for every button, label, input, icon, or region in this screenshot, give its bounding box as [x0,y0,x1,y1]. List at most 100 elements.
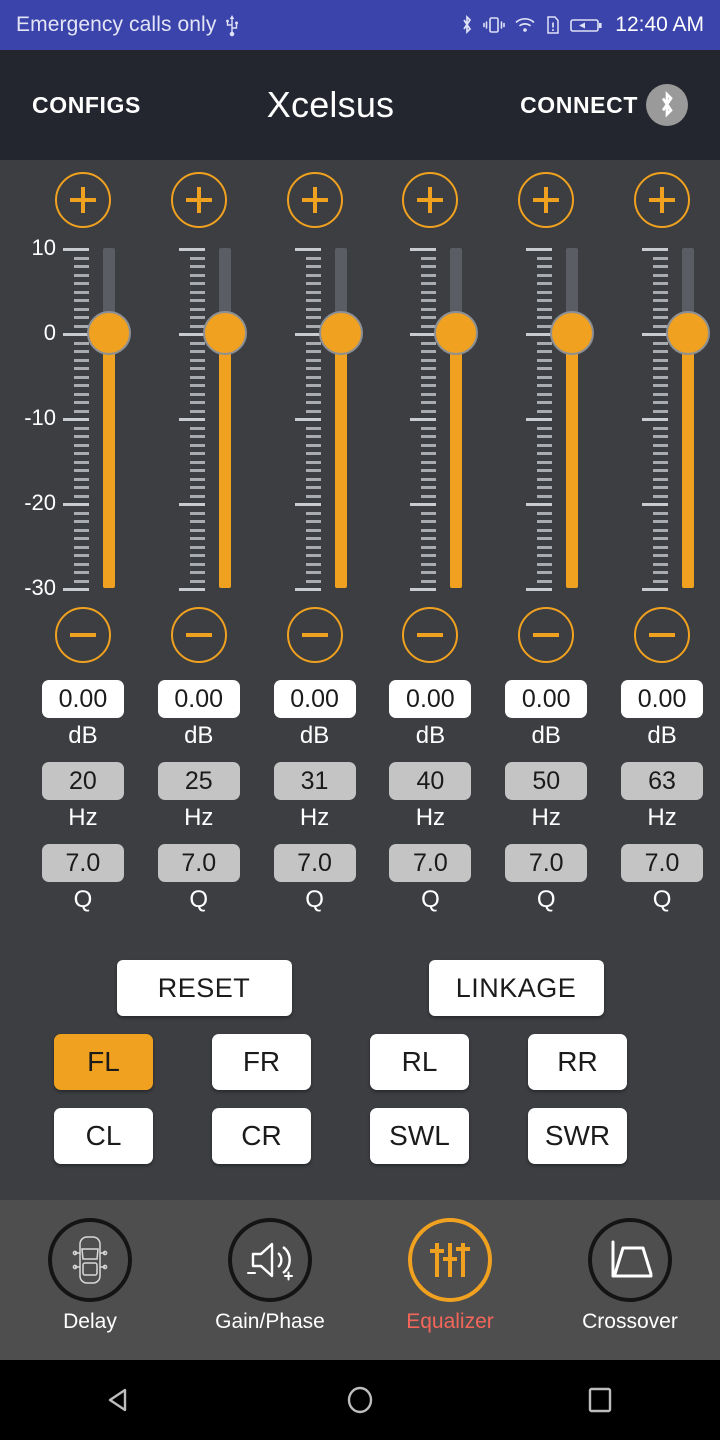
tick-mark [642,248,669,251]
band-1-q-field[interactable]: 7.0 [41,844,124,882]
battery-charging-icon [569,13,603,37]
gain-unit-label: dB [184,722,214,749]
band-6-slider[interactable] [604,248,720,591]
minus-icon [185,622,212,648]
band-1-increase-button[interactable] [54,172,111,228]
nav-item-crossover[interactable]: Crossover [550,1218,710,1334]
band-6-frequency-field[interactable]: 63 [621,762,704,800]
frequency-unit-label: Hz [184,804,214,831]
band-5-frequency-field[interactable]: 50 [505,762,588,800]
band-2-scale-ruler [178,248,205,591]
gain-row: 0.00 dB 0.00 dB 0.00 dB 0.00 dB 0.00 dB 0.00 dB [0,680,720,762]
tick-mark [526,418,553,421]
tick-mark [63,333,89,336]
band-5-increase-button[interactable] [518,172,575,228]
channel-button-cl[interactable]: CL [54,1108,153,1164]
carrier-label: Emergency calls only [16,13,217,36]
channel-button-swr[interactable]: SWR [528,1108,627,1164]
channel-button-swl[interactable]: SWL [370,1108,469,1164]
channel-selector-grid: FL FR RL RR CL CR SWL SWR [54,1034,666,1164]
minus-icon [417,622,444,648]
band-4-gain-field[interactable]: 0.00 [389,680,472,718]
band-1-frequency-field[interactable]: 20 [41,762,124,800]
channel-button-fl[interactable]: FL [54,1034,153,1090]
back-icon[interactable] [70,1360,170,1440]
band-5-slider[interactable] [488,248,604,591]
channel-button-rr[interactable]: RR [528,1034,627,1090]
band-6-decrease-button[interactable] [634,607,691,663]
bluetooth-icon [645,84,688,126]
band-4-decrease-button[interactable] [402,607,459,663]
home-icon[interactable] [310,1360,410,1440]
tick-mark [410,333,437,336]
recents-icon[interactable] [550,1360,650,1440]
band-6-slider-thumb[interactable] [666,311,711,355]
minus-icon [301,622,328,648]
band-3-frequency-field[interactable]: 31 [273,762,356,800]
decrease-button-row [0,607,720,663]
connect-button[interactable]: CONNECT [520,84,688,126]
configs-label: CONFIGS [32,91,141,118]
gain-unit-label: dB [68,722,98,749]
tick-mark [526,588,553,591]
status-bar-left: Emergency calls only [16,13,459,37]
band-4-scale-ruler [410,248,437,591]
band-4-slider-thumb[interactable] [434,311,479,355]
channel-button-rl[interactable]: RL [370,1034,469,1090]
tick-mark [410,248,437,251]
band-4-q-field[interactable]: 7.0 [389,844,472,882]
band-6-gain-field[interactable]: 0.00 [621,680,704,718]
nav-item-delay[interactable]: Delay [10,1218,170,1334]
band-5-gain-field[interactable]: 0.00 [505,680,588,718]
tick-mark [63,588,89,591]
plus-icon [69,187,96,213]
band-1-slider-thumb[interactable] [87,311,131,355]
channel-button-fr[interactable]: FR [212,1034,311,1090]
band-3-slider[interactable] [257,248,373,591]
band-1-slider[interactable] [25,248,141,591]
app-root: Emergency calls only 12:40 AM CONFIGS Xc… [0,0,720,1440]
band-2-slider-thumb[interactable] [202,311,247,355]
frequency-row: 20 Hz 25 Hz 31 Hz 40 Hz 50 Hz 63 Hz [0,762,720,844]
tick-mark [294,418,321,421]
band-3-gain-field[interactable]: 0.00 [273,680,356,718]
band-1-gain-field[interactable]: 0.00 [41,680,124,718]
band-6-increase-button[interactable] [634,172,691,228]
band-values: 0.00 dB 0.00 dB 0.00 dB 0.00 dB 0.00 dB 0.00 dB 20 H… [0,680,720,926]
gain-unit-label: dB [299,722,330,749]
configs-button[interactable]: CONFIGS [32,92,141,119]
frequency-unit-label: Hz [647,804,677,831]
minus-icon [533,622,560,648]
band-3-decrease-button[interactable] [286,607,343,663]
nav-item-gain-phase[interactable]: Gain/Phase [190,1218,350,1334]
band-4-frequency-field[interactable]: 40 [389,762,472,800]
nav-label-equalizer: Equalizer [406,1310,494,1333]
band-2-slider[interactable] [141,248,257,591]
android-navigation-bar [0,1360,720,1440]
gain-unit-label: dB [531,722,561,749]
status-bar-right: 12:40 AM [459,13,704,37]
nav-item-equalizer[interactable]: Equalizer [370,1218,530,1334]
reset-button[interactable]: RESET [116,960,292,1016]
band-2-frequency-field[interactable]: 25 [157,762,240,800]
band-2-decrease-button[interactable] [170,607,227,663]
band-2-q-field[interactable]: 7.0 [157,844,240,882]
linkage-button[interactable]: LINKAGE [428,960,604,1016]
channel-button-cr[interactable]: CR [212,1108,311,1164]
band-5-decrease-button[interactable] [518,607,575,663]
tick-mark [178,248,205,251]
slider-fill [103,333,115,588]
band-3-slider-thumb[interactable] [318,311,363,355]
q-unit-label: Q [73,886,93,913]
band-5-slider-thumb[interactable] [550,311,595,355]
band-5-q-field[interactable]: 7.0 [505,844,588,882]
band-1-decrease-button[interactable] [54,607,111,663]
band-3-increase-button[interactable] [286,172,343,228]
band-2-increase-button[interactable] [170,172,227,228]
band-4-slider[interactable] [372,248,488,591]
band-6-q-field[interactable]: 7.0 [621,844,704,882]
band-3-q-field[interactable]: 7.0 [273,844,356,882]
plus-icon [417,187,444,213]
band-2-gain-field[interactable]: 0.00 [157,680,240,718]
band-4-increase-button[interactable] [402,172,459,228]
